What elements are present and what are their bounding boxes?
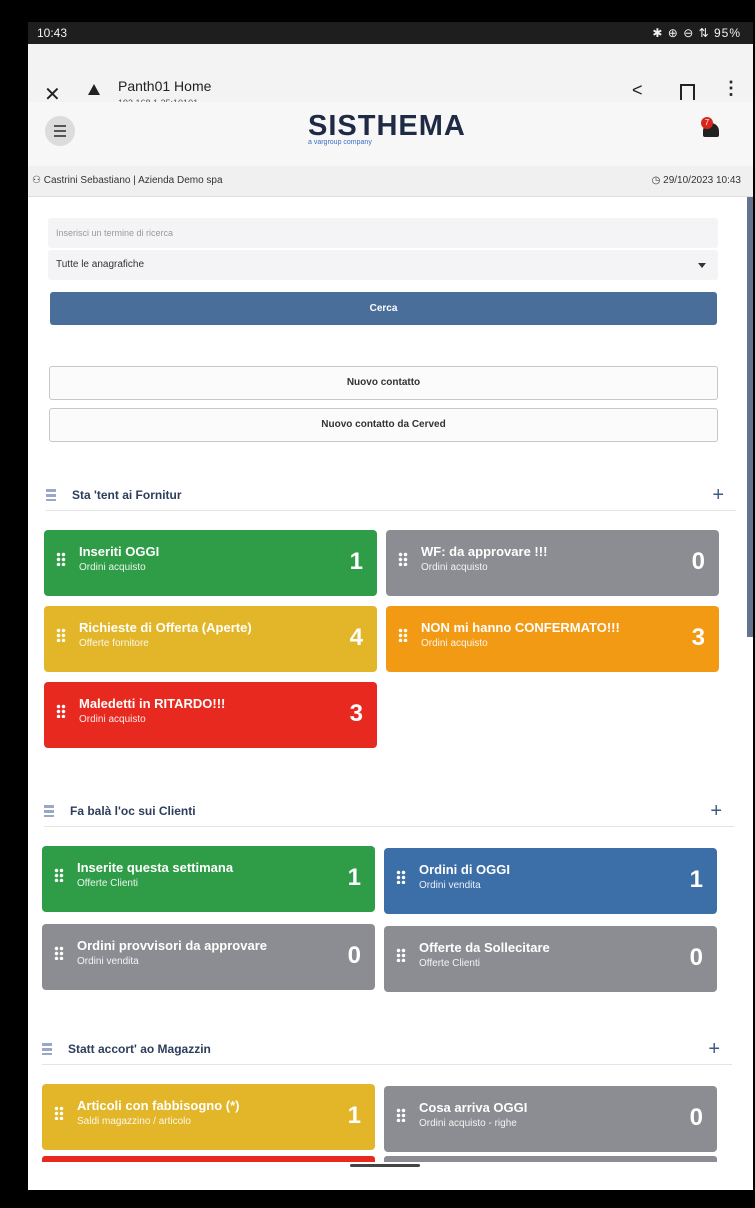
home-indicator[interactable] bbox=[350, 1164, 420, 1167]
tile-count: 1 bbox=[689, 866, 703, 893]
tile-count: 4 bbox=[349, 624, 363, 651]
user-info-bar: ⚇ Castrini Sebastiano | Azienda Demo spa… bbox=[28, 166, 753, 197]
tile-partial bbox=[384, 1156, 717, 1162]
search-input[interactable]: Inserisci un termine di ricerca bbox=[48, 218, 718, 248]
tile-non-confermato[interactable]: NON mi hanno CONFERMATO!!! Ordini acquis… bbox=[386, 606, 719, 672]
drag-handle-icon[interactable] bbox=[56, 552, 66, 566]
clock-icon: ◷ bbox=[651, 175, 664, 186]
drag-handle-icon[interactable] bbox=[46, 489, 56, 501]
share-icon[interactable]: < bbox=[632, 80, 643, 101]
add-widget-icon[interactable]: + bbox=[710, 800, 722, 823]
section-title: Statt accort' ao Magazzin bbox=[68, 1042, 211, 1056]
add-widget-icon[interactable]: + bbox=[708, 1038, 720, 1061]
status-bar: 10:43 ✱ ⊕ ⊖ ⇅ 95% bbox=[28, 22, 753, 44]
tile-count: 0 bbox=[689, 1104, 703, 1131]
drag-handle-icon[interactable] bbox=[54, 1106, 64, 1120]
drag-handle-icon[interactable] bbox=[54, 868, 64, 882]
tile-inseriti-oggi[interactable]: Inseriti OGGI Ordini acquisto 1 bbox=[44, 530, 377, 596]
tile-count: 0 bbox=[691, 548, 705, 575]
tile-count: 1 bbox=[349, 548, 363, 575]
status-time: 10:43 bbox=[37, 26, 68, 40]
drag-handle-icon[interactable] bbox=[396, 948, 406, 962]
tile-maledetti-ritardo[interactable]: Maledetti in RITARDO!!! Ordini acquisto … bbox=[44, 682, 377, 748]
notification-badge: 7 bbox=[701, 117, 713, 129]
tile-ordini-provvisori[interactable]: Ordini provvisori da approvare Ordini ve… bbox=[42, 924, 375, 990]
tile-wf-da-approvare[interactable]: WF: da approvare !!! Ordini acquisto 0 bbox=[386, 530, 719, 596]
new-contact-button[interactable]: Nuovo contatto bbox=[49, 366, 718, 400]
drag-handle-icon[interactable] bbox=[42, 1043, 52, 1055]
section-warehouse-header: Statt accort' ao Magazzin + bbox=[42, 1038, 732, 1065]
drag-handle-icon[interactable] bbox=[398, 552, 408, 566]
browser-title: Panth01 Home bbox=[118, 78, 212, 94]
menu-button[interactable] bbox=[45, 116, 75, 146]
current-user: ⚇ Castrini Sebastiano | Azienda Demo spa bbox=[32, 175, 223, 186]
tile-count: 3 bbox=[349, 700, 363, 727]
new-contact-cerved-button[interactable]: Nuovo contatto da Cerved bbox=[49, 408, 718, 442]
tile-ordini-oggi[interactable]: Ordini di OGGI Ordini vendita 1 bbox=[384, 848, 717, 914]
more-options-icon[interactable]: ⋮ bbox=[722, 78, 740, 99]
section-title: Fa balà l'oc sui Clienti bbox=[70, 804, 196, 818]
section-title: Sta 'tent ai Fornitur bbox=[72, 488, 182, 502]
drag-handle-icon[interactable] bbox=[398, 628, 408, 642]
chevron-down-icon bbox=[698, 263, 706, 268]
drag-handle-icon[interactable] bbox=[56, 628, 66, 642]
tile-richieste-offerta[interactable]: Richieste di Offerta (Aperte) Offerte fo… bbox=[44, 606, 377, 672]
drag-handle-icon[interactable] bbox=[396, 1108, 406, 1122]
tile-count: 1 bbox=[347, 864, 361, 891]
drag-handle-icon[interactable] bbox=[44, 805, 54, 817]
section-suppliers-header: Sta 'tent ai Fornitur + bbox=[46, 484, 736, 511]
tile-inserite-settimana[interactable]: Inserite questa settimana Offerte Client… bbox=[42, 846, 375, 912]
section-clients-header: Fa balà l'oc sui Clienti + bbox=[44, 800, 734, 827]
tile-cosa-arriva-oggi[interactable]: Cosa arriva OGGI Ordini acquisto - righe… bbox=[384, 1086, 717, 1152]
search-button[interactable]: Cerca bbox=[50, 292, 717, 325]
tile-partial bbox=[42, 1156, 375, 1162]
device-screen: 10:43 ✱ ⊕ ⊖ ⇅ 95% ✕ Panth01 Home 192.168… bbox=[28, 22, 753, 1190]
user-icon: ⚇ bbox=[32, 175, 44, 186]
warning-icon[interactable] bbox=[88, 84, 100, 95]
tile-articoli-fabbisogno[interactable]: Articoli con fabbisogno (*) Saldi magazz… bbox=[42, 1084, 375, 1150]
tile-offerte-sollecitare[interactable]: Offerte da Sollecitare Offerte Clienti 0 bbox=[384, 926, 717, 992]
tile-count: 0 bbox=[347, 942, 361, 969]
status-icons: ✱ ⊕ ⊖ ⇅ 95% bbox=[652, 26, 741, 40]
notification-bell-icon[interactable]: 7 bbox=[701, 117, 723, 141]
registry-select[interactable]: Tutte le anagrafiche bbox=[48, 250, 718, 280]
scrollbar[interactable] bbox=[747, 197, 753, 637]
tile-count: 1 bbox=[347, 1102, 361, 1129]
add-widget-icon[interactable]: + bbox=[712, 484, 724, 507]
logo-tagline: a vargroup company bbox=[308, 139, 372, 146]
bookmark-icon[interactable] bbox=[680, 84, 695, 100]
drag-handle-icon[interactable] bbox=[396, 870, 406, 884]
drag-handle-icon[interactable] bbox=[56, 704, 66, 718]
current-datetime: ◷ 29/10/2023 10:43 bbox=[651, 175, 741, 186]
tile-count: 0 bbox=[689, 944, 703, 971]
drag-handle-icon[interactable] bbox=[54, 946, 64, 960]
tile-count: 3 bbox=[691, 624, 705, 651]
